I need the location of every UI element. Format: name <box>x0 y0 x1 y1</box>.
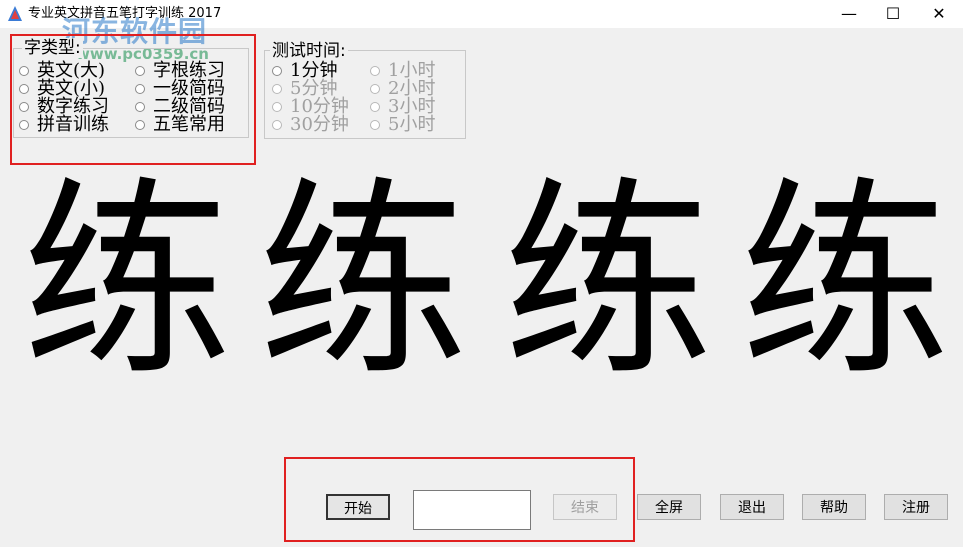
radio-dot <box>370 102 380 112</box>
radio-dot <box>272 84 282 94</box>
radio-dot <box>19 66 29 76</box>
radio-dot <box>272 66 282 76</box>
radio-label: 5小时 <box>388 114 436 135</box>
radio-dot <box>19 102 29 112</box>
watermark-site-name: 河东软件园 <box>62 15 208 48</box>
radio-pinyin-training[interactable]: 拼音训练 <box>19 116 109 134</box>
time-group-legend: 测试时间: <box>270 41 348 61</box>
radio-time-30min: 30分钟 <box>272 116 349 134</box>
practice-character: 练 <box>22 159 233 404</box>
practice-character: 练 <box>740 159 951 404</box>
help-button[interactable]: 帮助 <box>802 494 866 520</box>
radio-dot <box>19 84 29 94</box>
exit-button[interactable]: 退出 <box>720 494 784 520</box>
practice-character: 练 <box>503 159 714 404</box>
app-icon <box>8 6 22 21</box>
maximize-button[interactable]: ☐ <box>870 0 916 28</box>
radio-time-5hour: 5小时 <box>370 116 435 134</box>
radio-dot <box>272 102 282 112</box>
type-group-legend: 字类型: <box>22 38 83 58</box>
radio-label: 拼音训练 <box>37 114 109 135</box>
radio-dot <box>19 120 29 130</box>
radio-label: 30分钟 <box>290 114 349 135</box>
radio-dot <box>370 66 380 76</box>
radio-dot <box>272 120 282 130</box>
close-button[interactable]: ✕ <box>916 0 962 28</box>
start-button[interactable]: 开始 <box>326 494 390 520</box>
register-button[interactable]: 注册 <box>884 494 948 520</box>
radio-label: 五笔常用 <box>153 114 225 135</box>
radio-dot <box>135 120 145 130</box>
end-button: 结束 <box>553 494 617 520</box>
typing-input[interactable] <box>413 490 531 530</box>
radio-dot <box>370 84 380 94</box>
radio-wubi-common[interactable]: 五笔常用 <box>135 116 225 134</box>
radio-dot <box>135 84 145 94</box>
radio-dot <box>135 102 145 112</box>
radio-dot <box>370 120 380 130</box>
radio-dot <box>135 66 145 76</box>
fullscreen-button[interactable]: 全屏 <box>637 494 701 520</box>
practice-character: 练 <box>258 159 469 404</box>
minimize-button[interactable]: — <box>826 0 872 28</box>
